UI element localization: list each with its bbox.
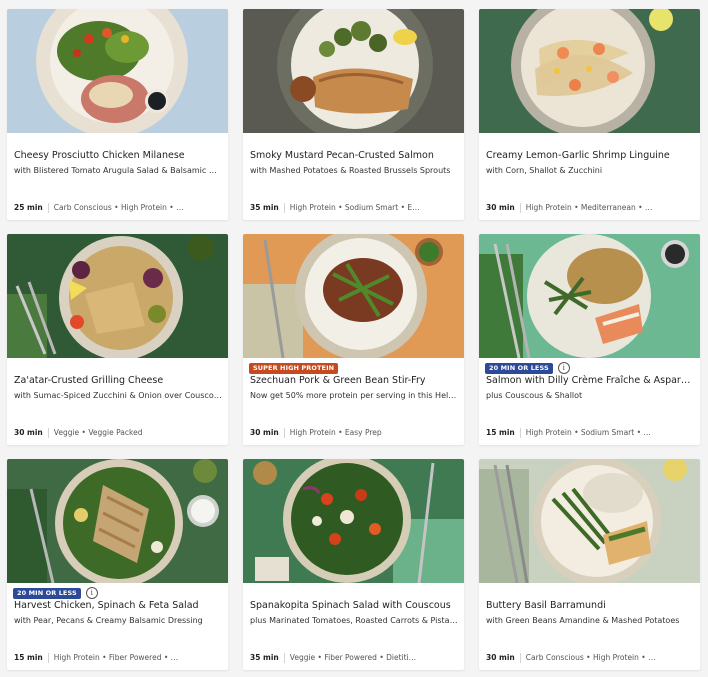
recipe-meta: 35 min High Protein • Sodium Smart • E… xyxy=(250,202,458,213)
recipe-title[interactable]: Creamy Lemon-Garlic Shrimp Linguine xyxy=(486,150,694,162)
recipe-meta: 25 min Carb Conscious • High Protein • … xyxy=(14,202,222,213)
recipe-card[interactable]: Creamy Lemon-Garlic Shrimp Linguine with… xyxy=(479,9,700,220)
meta-divider xyxy=(47,652,49,663)
badge-row: SUPER HIGH PROTEIN xyxy=(249,362,339,374)
prep-time: 30 min xyxy=(250,428,279,437)
recipe-title[interactable]: Cheesy Prosciutto Chicken Milanese xyxy=(14,150,222,162)
meta-divider xyxy=(47,202,49,213)
recipe-subtitle: plus Marinated Tomatoes, Roasted Carrots… xyxy=(250,616,458,625)
recipe-image[interactable] xyxy=(7,459,228,583)
recipe-card[interactable]: Za'atar-Crusted Grilling Cheese with Sum… xyxy=(7,234,228,445)
recipe-title[interactable]: Salmon with Dilly Crème Fraîche & Aspara… xyxy=(486,375,694,387)
recipe-tags: High Protein • Fiber Powered • … xyxy=(53,653,179,662)
recipe-subtitle: with Green Beans Amandine & Mashed Potat… xyxy=(486,616,680,625)
recipe-grid: Cheesy Prosciutto Chicken Milanese with … xyxy=(0,0,708,677)
recipe-title[interactable]: Smoky Mustard Pecan-Crusted Salmon xyxy=(250,150,458,162)
badge-row: 20 MIN OR LESS i xyxy=(485,362,570,374)
info-icon[interactable]: i xyxy=(557,362,570,374)
prep-time: 15 min xyxy=(486,428,515,437)
recipe-title[interactable]: Harvest Chicken, Spinach & Feta Salad xyxy=(14,600,222,612)
info-icon[interactable]: i xyxy=(85,587,98,599)
recipe-subtitle: with Pear, Pecans & Creamy Balsamic Dres… xyxy=(14,616,203,625)
recipe-image[interactable] xyxy=(243,9,464,133)
recipe-image[interactable] xyxy=(479,234,700,358)
recipe-card[interactable]: 20 MIN OR LESS i Harvest Chicken, Spinac… xyxy=(7,459,228,670)
recipe-card[interactable]: 20 MIN OR LESS i Salmon with Dilly Crème… xyxy=(479,234,700,445)
prep-time: 35 min xyxy=(250,653,279,662)
meta-divider xyxy=(519,427,521,438)
recipe-image[interactable] xyxy=(7,234,228,358)
recipe-card[interactable]: Spanakopita Spinach Salad with Couscous … xyxy=(243,459,464,670)
recipe-meta: 30 min Veggie • Veggie Packed xyxy=(14,427,222,438)
recipe-title[interactable]: Spanakopita Spinach Salad with Couscous xyxy=(250,600,458,612)
recipe-subtitle: with Sumac-Spiced Zucchini & Onion over … xyxy=(14,391,222,400)
recipe-image[interactable] xyxy=(479,459,700,583)
recipe-meta: 30 min High Protein • Mediterranean • … xyxy=(486,202,694,213)
prep-time: 30 min xyxy=(14,428,43,437)
prep-time: 30 min xyxy=(486,203,515,212)
quick-badge: 20 MIN OR LESS xyxy=(13,587,81,599)
recipe-tags: High Protein • Easy Prep xyxy=(289,428,382,437)
meta-divider xyxy=(519,202,521,213)
recipe-image[interactable] xyxy=(243,459,464,583)
recipe-card[interactable]: Cheesy Prosciutto Chicken Milanese with … xyxy=(7,9,228,220)
recipe-card[interactable]: SUPER HIGH PROTEIN Szechuan Pork & Green… xyxy=(243,234,464,445)
recipe-tags: High Protein • Sodium Smart • … xyxy=(525,428,651,437)
recipe-tags: Veggie • Fiber Powered • Dietiti… xyxy=(289,653,417,662)
meta-divider xyxy=(47,427,49,438)
recipe-subtitle: with Mashed Potatoes & Roasted Brussels … xyxy=(250,166,451,175)
recipe-meta: 35 min Veggie • Fiber Powered • Dietiti… xyxy=(250,652,458,663)
recipe-subtitle: plus Couscous & Shallot xyxy=(486,391,583,400)
protein-badge: SUPER HIGH PROTEIN xyxy=(249,362,339,374)
recipe-meta: 30 min Carb Conscious • High Protein • … xyxy=(486,652,694,663)
recipe-card[interactable]: Buttery Basil Barramundi with Green Bean… xyxy=(479,459,700,670)
prep-time: 25 min xyxy=(14,203,43,212)
recipe-tags: Carb Conscious • High Protein • … xyxy=(525,653,656,662)
meta-divider xyxy=(283,202,285,213)
recipe-title[interactable]: Szechuan Pork & Green Bean Stir-Fry xyxy=(250,375,458,387)
meta-divider xyxy=(283,427,285,438)
recipe-card[interactable]: Smoky Mustard Pecan-Crusted Salmon with … xyxy=(243,9,464,220)
badge-row: 20 MIN OR LESS i xyxy=(13,587,98,599)
recipe-title[interactable]: Za'atar-Crusted Grilling Cheese xyxy=(14,375,222,387)
recipe-image[interactable] xyxy=(243,234,464,358)
recipe-tags: High Protein • Sodium Smart • E… xyxy=(289,203,420,212)
meta-divider xyxy=(519,652,521,663)
meta-divider xyxy=(283,652,285,663)
prep-time: 35 min xyxy=(250,203,279,212)
recipe-subtitle: with Corn, Shallot & Zucchini xyxy=(486,166,603,175)
recipe-meta: 15 min High Protein • Sodium Smart • … xyxy=(486,427,694,438)
recipe-image[interactable] xyxy=(479,9,700,133)
recipe-meta: 15 min High Protein • Fiber Powered • … xyxy=(14,652,222,663)
recipe-tags: High Protein • Mediterranean • … xyxy=(525,203,653,212)
recipe-title[interactable]: Buttery Basil Barramundi xyxy=(486,600,694,612)
prep-time: 30 min xyxy=(486,653,515,662)
recipe-tags: Veggie • Veggie Packed xyxy=(53,428,143,437)
recipe-image[interactable] xyxy=(7,9,228,133)
recipe-tags: Carb Conscious • High Protein • … xyxy=(53,203,184,212)
prep-time: 15 min xyxy=(14,653,43,662)
quick-badge: 20 MIN OR LESS xyxy=(485,362,553,374)
recipe-subtitle: Now get 50% more protein per serving in … xyxy=(250,391,458,400)
recipe-meta: 30 min High Protein • Easy Prep xyxy=(250,427,458,438)
recipe-subtitle: with Blistered Tomato Arugula Salad & Ba… xyxy=(14,166,222,175)
